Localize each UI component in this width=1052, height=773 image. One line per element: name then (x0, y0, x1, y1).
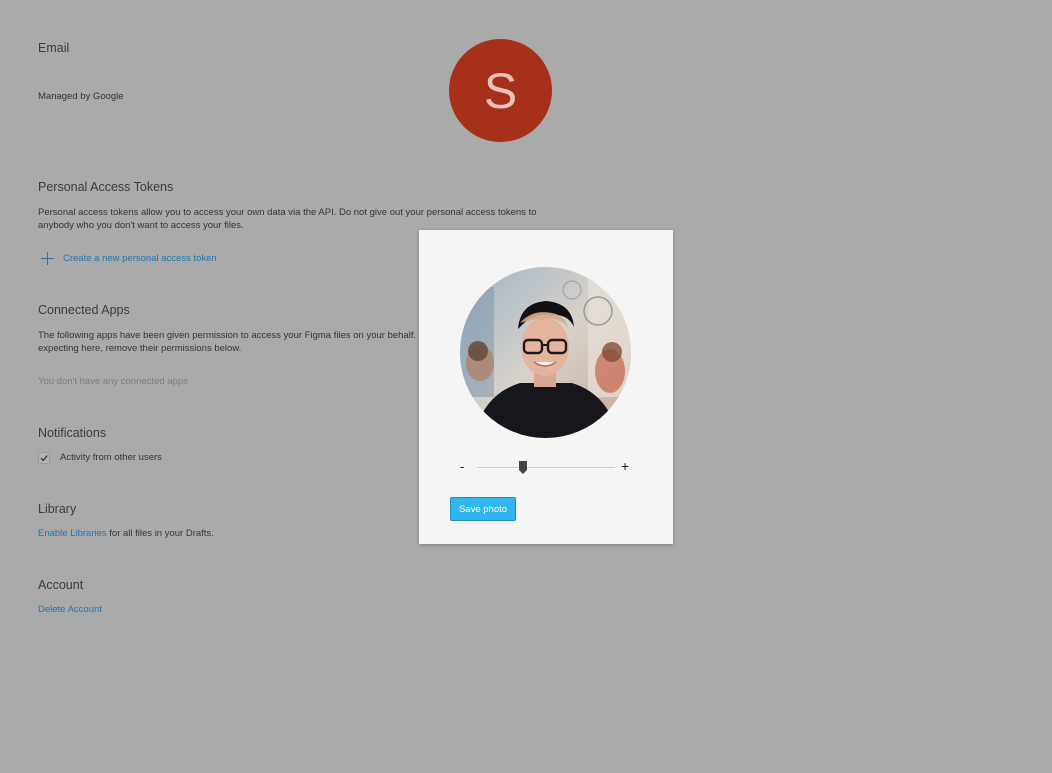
avatar[interactable]: S (449, 39, 552, 142)
notifications-heading: Notifications (38, 426, 107, 440)
library-text: Enable Libraries for all files in your D… (38, 528, 214, 539)
library-heading: Library (38, 502, 77, 516)
plus-icon[interactable] (40, 251, 55, 266)
checkmark-icon (40, 455, 48, 462)
zoom-out-button[interactable]: - (460, 459, 464, 474)
zoom-slider-thumb[interactable] (519, 461, 527, 474)
profile-photo-image (460, 267, 631, 438)
zoom-in-button[interactable]: + (621, 458, 629, 474)
activity-checkbox[interactable] (38, 452, 50, 464)
profile-photo-preview[interactable] (460, 267, 631, 438)
connected-apps-empty: You don't have any connected apps (38, 376, 188, 387)
connected-apps-heading: Connected Apps (38, 303, 130, 317)
create-token-link[interactable]: Create a new personal access token (63, 253, 217, 264)
delete-account-link[interactable]: Delete Account (38, 604, 102, 615)
enable-libraries-link[interactable]: Enable Libraries (38, 528, 107, 539)
tokens-description-line1: Personal access tokens allow you to acce… (38, 207, 537, 218)
tokens-description-line2: anybody who you don't want to access you… (38, 220, 244, 231)
connected-apps-description-line1: The following apps have been given permi… (38, 330, 425, 341)
activity-checkbox-label[interactable]: Activity from other users (60, 452, 162, 463)
avatar-initial: S (483, 62, 518, 119)
save-photo-button[interactable]: Save photo (450, 497, 516, 521)
account-heading: Account (38, 578, 84, 592)
library-suffix-text: for all files in your Drafts. (106, 528, 214, 539)
save-photo-label: Save photo (458, 503, 508, 515)
photo-crop-modal: - + Save photo (419, 230, 673, 544)
tokens-heading: Personal Access Tokens (38, 180, 174, 194)
email-managed-text: Managed by Google (38, 91, 124, 102)
zoom-slider-track[interactable] (477, 467, 615, 468)
email-heading: Email (38, 41, 70, 55)
connected-apps-description-line2: expecting here, remove their permissions… (38, 343, 242, 354)
